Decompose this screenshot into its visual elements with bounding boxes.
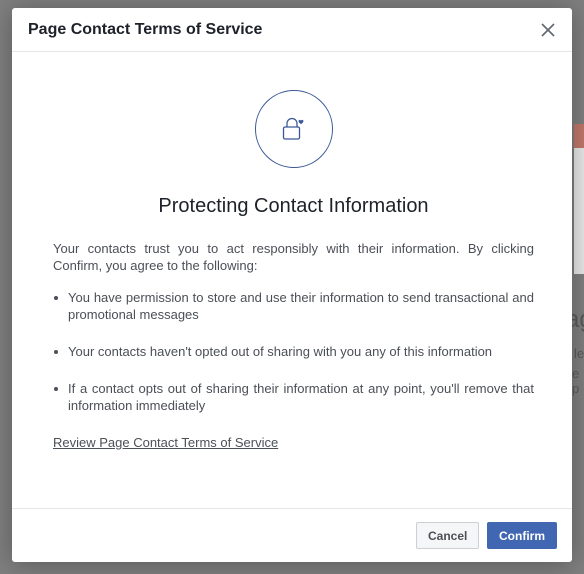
terms-list-item: If a contact opts out of sharing their i… (53, 380, 534, 414)
lock-heart-icon (282, 117, 303, 140)
background-panel (574, 148, 584, 274)
dialog-body: Protecting Contact Information Your cont… (12, 90, 572, 452)
review-terms-link[interactable]: Review Page Contact Terms of Service (53, 435, 278, 450)
intro-text: Your contacts trust you to act responsib… (53, 241, 534, 273)
background-text: e p (572, 366, 580, 396)
dialog-heading: Protecting Contact Information (158, 195, 429, 217)
close-icon[interactable] (536, 18, 560, 42)
background-text: le (574, 346, 584, 361)
dialog-header: Page Contact Terms of Service (12, 8, 572, 52)
dialog-footer: Cancel Confirm (12, 508, 572, 562)
lock-icon-circle (254, 90, 333, 168)
terms-list-item: Your contacts haven't opted out of shari… (53, 343, 534, 360)
terms-list-item: You have permission to store and use the… (53, 289, 534, 323)
confirm-button[interactable]: Confirm (487, 522, 557, 549)
cancel-button[interactable]: Cancel (416, 522, 479, 549)
background-banner (574, 124, 584, 148)
dialog-title: Page Contact Terms of Service (28, 20, 263, 38)
terms-dialog: Page Contact Terms of Service Protecting… (12, 8, 572, 562)
terms-list: You have permission to store and use the… (53, 289, 534, 414)
